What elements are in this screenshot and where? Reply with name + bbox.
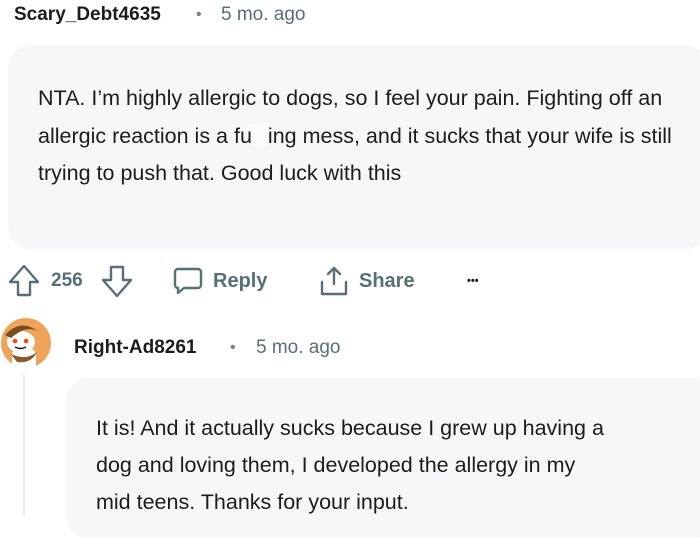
- share-icon: [320, 266, 348, 296]
- comment-timestamp[interactable]: 5 mo. ago: [221, 4, 306, 26]
- snoo-avatar-icon: [1, 318, 51, 374]
- downvote-button[interactable]: [100, 262, 134, 300]
- meta-separator: •: [230, 339, 236, 356]
- share-button[interactable]: Share: [318, 262, 415, 300]
- thread-line[interactable]: [23, 374, 25, 516]
- downvote-arrow-icon: [101, 265, 133, 298]
- reply-button[interactable]: Reply: [172, 262, 267, 300]
- comment-bubble-icon: [173, 267, 203, 295]
- comment-body: It is! And it actually sucks because I g…: [96, 410, 700, 521]
- comment-action-bar: 256 Reply Share •••: [0, 262, 700, 300]
- comment-body-line: It is! And it actually sucks because I g…: [96, 416, 604, 440]
- censor-mark: [251, 123, 268, 146]
- avatar[interactable]: [1, 318, 51, 374]
- upvote-arrow-icon: [8, 264, 40, 297]
- share-label: Share: [359, 269, 415, 292]
- comment-body-line: dog and loving them, I developed the all…: [96, 453, 576, 477]
- more-options-icon: •••: [467, 275, 479, 287]
- comment-author[interactable]: Right-Ad8261: [74, 337, 196, 359]
- reply-label: Reply: [213, 269, 268, 292]
- comment-author[interactable]: Scary_Debt4635: [14, 4, 161, 26]
- meta-separator: •: [196, 6, 202, 23]
- vote-count: 256: [51, 270, 83, 291]
- comment-body: NTA. I’m highly allergic to dogs, so I f…: [38, 80, 688, 193]
- comment-timestamp[interactable]: 5 mo. ago: [256, 337, 341, 359]
- upvote-button[interactable]: [7, 262, 41, 300]
- more-options-button[interactable]: •••: [467, 262, 479, 300]
- comment-body-line: mid teens. Thanks for your input.: [96, 490, 409, 514]
